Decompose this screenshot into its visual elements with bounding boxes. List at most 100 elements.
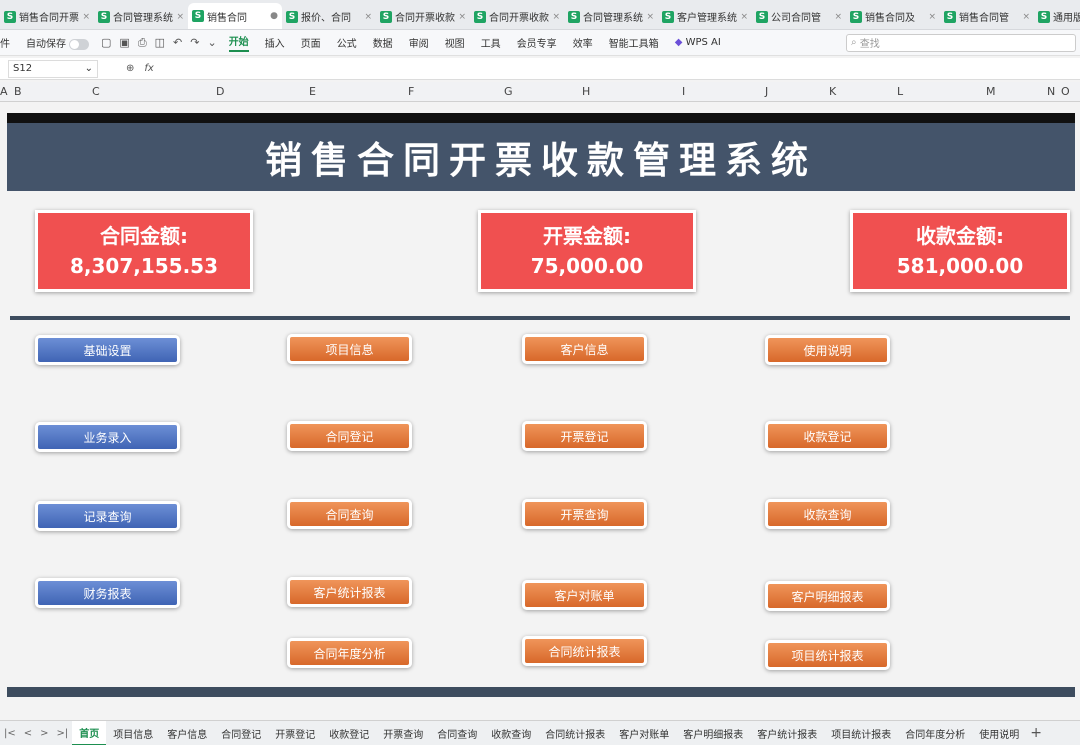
add-sheet-icon[interactable]: + (1030, 725, 1042, 741)
doc-tab[interactable]: S通用版销 (1034, 4, 1080, 30)
menu-review[interactable]: 审阅 (409, 35, 429, 50)
column-j[interactable]: J (765, 85, 768, 98)
menu-formula[interactable]: 公式 (337, 35, 357, 50)
sheet-tab[interactable]: 收款查询 (484, 721, 538, 745)
close-icon[interactable]: × (458, 12, 466, 22)
column-k[interactable]: K (829, 85, 836, 98)
customer-stats-report-button[interactable]: 客户统计报表 (287, 577, 412, 607)
contract-query-button[interactable]: 合同查询 (287, 499, 412, 529)
sheet-tab[interactable]: 合同查询 (430, 721, 484, 745)
search-input[interactable]: ⌕ 查找 (846, 33, 1076, 52)
sheet-tab-home[interactable]: 首页 (72, 721, 107, 745)
name-box[interactable]: S12 ⌄ (8, 59, 98, 78)
doc-tab[interactable]: S 销售合同管 × (940, 4, 1034, 30)
financial-report-button[interactable]: 财务报表 (35, 578, 180, 608)
first-sheet-icon[interactable]: |< (4, 728, 16, 739)
contract-stats-report-button[interactable]: 合同统计报表 (522, 636, 647, 666)
column-a[interactable]: A (0, 85, 8, 98)
invoice-query-button[interactable]: 开票查询 (522, 499, 647, 529)
doc-tab[interactable]: S 报价、合同 × (282, 4, 376, 30)
next-sheet-icon[interactable]: > (40, 728, 48, 739)
column-c[interactable]: C (92, 85, 100, 98)
column-h[interactable]: H (582, 85, 590, 98)
menu-home[interactable]: 开始 (228, 33, 249, 52)
column-i[interactable]: I (682, 85, 685, 98)
chevron-down-icon[interactable]: ⌄ (207, 36, 216, 49)
sheet-tab[interactable]: 项目信息 (106, 721, 160, 745)
file-menu[interactable]: 件 (0, 35, 10, 50)
invoice-register-button[interactable]: 开票登记 (522, 421, 647, 451)
doc-tab[interactable]: S 合同管理系统 × (564, 4, 658, 30)
column-o[interactable]: O (1061, 85, 1070, 98)
doc-tab[interactable]: S 销售合同及 × (846, 4, 940, 30)
autosave-label[interactable]: 自动保存 (26, 35, 89, 50)
doc-tab[interactable]: S 客户管理系统 × (658, 4, 752, 30)
sheet-tab[interactable]: 客户信息 (160, 721, 214, 745)
basic-settings-button[interactable]: 基础设置 (35, 335, 180, 365)
doc-tab[interactable]: S 销售合同开票 × (0, 4, 94, 30)
sheet-tab[interactable]: 合同年度分析 (898, 721, 972, 745)
preview-icon[interactable]: ◫ (155, 36, 165, 49)
column-e[interactable]: E (309, 85, 316, 98)
doc-tab[interactable]: S 公司合同管 × (752, 4, 846, 30)
menu-insert[interactable]: 插入 (265, 35, 285, 50)
close-icon[interactable]: × (834, 12, 842, 22)
sheet-tab[interactable]: 合同登记 (214, 721, 268, 745)
column-b[interactable]: B (14, 85, 22, 98)
column-m[interactable]: M (986, 85, 996, 98)
menu-page[interactable]: 页面 (301, 35, 321, 50)
receipt-query-button[interactable]: 收款查询 (765, 499, 890, 529)
print-icon[interactable]: ⎙ (138, 36, 147, 50)
sheet-tab[interactable]: 项目统计报表 (824, 721, 898, 745)
column-l[interactable]: L (897, 85, 903, 98)
close-icon[interactable]: × (364, 12, 372, 22)
customer-detail-report-button[interactable]: 客户明细报表 (765, 581, 890, 611)
doc-tab[interactable]: S 合同开票收款 × (376, 4, 470, 30)
project-info-button[interactable]: 项目信息 (287, 334, 412, 364)
save-icon[interactable]: ▢ (101, 36, 111, 49)
menu-view[interactable]: 视图 (445, 35, 465, 50)
column-n[interactable]: N (1047, 85, 1055, 98)
undo-icon[interactable]: ↶ (173, 36, 182, 49)
prev-sheet-icon[interactable]: < (24, 728, 32, 739)
contract-register-button[interactable]: 合同登记 (287, 421, 412, 451)
sheet-tab[interactable]: 客户明细报表 (676, 721, 750, 745)
close-icon[interactable]: × (176, 12, 184, 22)
doc-tab[interactable]: S 合同开票收款 × (470, 4, 564, 30)
menu-smart-toolbox[interactable]: 智能工具箱 (609, 35, 659, 50)
column-d[interactable]: D (216, 85, 224, 98)
close-icon[interactable]: × (740, 12, 748, 22)
sheet-tab[interactable]: 使用说明 (972, 721, 1026, 745)
menu-efficiency[interactable]: 效率 (573, 35, 593, 50)
close-icon[interactable]: × (928, 12, 936, 22)
menu-wps-ai[interactable]: ◆ WPS AI (675, 37, 721, 48)
sheet-tab[interactable]: 开票登记 (268, 721, 322, 745)
project-stats-report-button[interactable]: 项目统计报表 (765, 640, 890, 670)
customer-info-button[interactable]: 客户信息 (522, 334, 647, 364)
column-g[interactable]: G (504, 85, 513, 98)
redo-icon[interactable]: ↷ (190, 36, 199, 49)
unsaved-dot-icon[interactable]: ● (270, 11, 278, 21)
close-icon[interactable]: × (646, 12, 654, 22)
menu-data[interactable]: 数据 (373, 35, 393, 50)
sheet-tab[interactable]: 开票查询 (376, 721, 430, 745)
record-query-button[interactable]: 记录查询 (35, 501, 180, 531)
fx-icon[interactable]: fx (144, 63, 153, 74)
export-icon[interactable]: ▣ (119, 36, 129, 49)
autosave-toggle[interactable] (69, 38, 89, 50)
menu-tools[interactable]: 工具 (481, 35, 501, 50)
contract-annual-analysis-button[interactable]: 合同年度分析 (287, 638, 412, 668)
last-sheet-icon[interactable]: >| (57, 728, 69, 739)
column-f[interactable]: F (408, 85, 414, 98)
customer-statement-button[interactable]: 客户对账单 (522, 580, 647, 610)
sheet-tab[interactable]: 客户对账单 (612, 721, 676, 745)
sheet-tab[interactable]: 收款登记 (322, 721, 376, 745)
sheet-tab[interactable]: 合同统计报表 (538, 721, 612, 745)
doc-tab-active[interactable]: S 销售合同 ● (188, 2, 282, 29)
receipt-register-button[interactable]: 收款登记 (765, 421, 890, 451)
zoom-icon[interactable]: ⊕ (126, 63, 134, 74)
sheet-tab[interactable]: 客户统计报表 (750, 721, 824, 745)
menu-member[interactable]: 会员专享 (517, 35, 557, 50)
close-icon[interactable]: × (552, 12, 560, 22)
close-icon[interactable]: × (82, 12, 90, 22)
